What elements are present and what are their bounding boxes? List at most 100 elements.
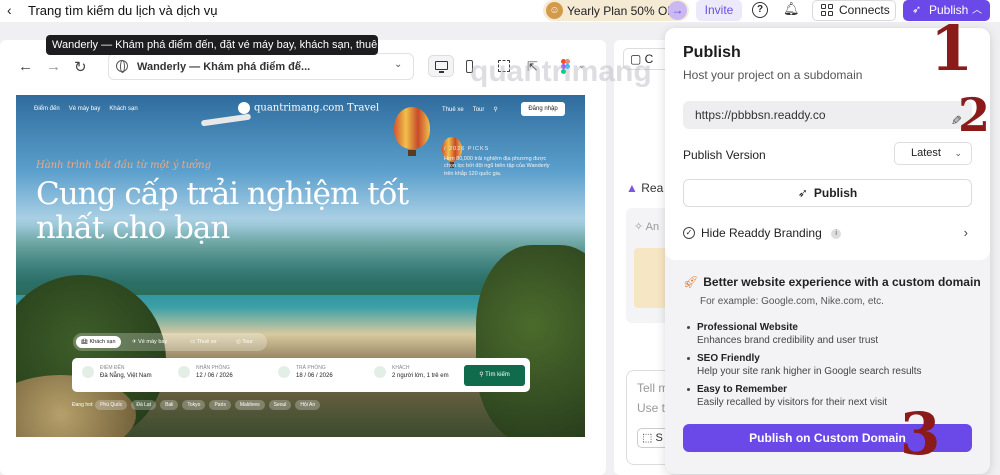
check-circle-icon: ✓ [683, 227, 695, 239]
site-logo-text: quantrimang.com Travel [254, 102, 380, 114]
avatar: ☺ [546, 2, 563, 19]
back-chevron-icon[interactable]: ‹ [7, 2, 12, 18]
logo-icon [238, 102, 250, 114]
page-title: Trang tìm kiếm du lịch và dịch vụ [28, 3, 218, 18]
site-right-nav: Thuê xe Tour ⚲ [442, 106, 507, 113]
plan-label: Yearly Plan 50% OFF [567, 3, 682, 18]
yearly-plan-button[interactable]: ☺ Yearly Plan 50% OFF → [543, 0, 689, 21]
grid-icon [821, 4, 833, 16]
chevron-down-icon: ⌄ [954, 148, 962, 158]
destination-field[interactable]: ĐIỂM ĐẾN Đà Nẵng, Việt Nam [82, 364, 152, 380]
site-nav-item[interactable]: Khách sạn [109, 106, 137, 112]
search-icon[interactable]: ⚲ [493, 107, 497, 113]
tab-hotel[interactable]: 🏨︎ Khách sạn [76, 336, 121, 348]
publish-button-label: Publish [813, 186, 858, 200]
login-button[interactable]: Đăng nhập [521, 102, 565, 116]
tab-tour[interactable]: ◎ Tour [231, 336, 258, 348]
rocket-icon: ➶ [797, 186, 808, 200]
site-nav-item[interactable]: Thuê xe [442, 107, 464, 113]
an-text: ✧ An [634, 221, 660, 233]
bell-icon[interactable]: 🔔︎ [783, 1, 800, 17]
top-bar: ‹ Trang tìm kiếm du lịch và dịch vụ ☺ Ye… [0, 0, 1000, 22]
subdomain-url-field[interactable]: https://pbbbsn.readdy.co ✎ [683, 101, 972, 129]
site-nav-item[interactable]: Tour [473, 107, 485, 113]
hero-image: Điểm đến Vé máy bay Khách sạn quantrimang.… [16, 95, 585, 437]
flower-trees [476, 245, 585, 437]
feature-item: Professional Website Enhances brand credi… [687, 321, 878, 347]
hot-destinations: Đang hot: Phú Quốc Đà Lạt Bali Tokyo Paris Ma… [72, 400, 324, 410]
branding-label: Hide Readdy Branding [701, 226, 822, 240]
custom-domain-title: 🚀︎ Better website experience with a custo… [683, 275, 981, 289]
destination-chip[interactable]: Paris [209, 400, 231, 410]
hot-air-balloon [394, 107, 430, 156]
subdomain-url: https://pbbbsn.readdy.co [695, 108, 826, 122]
airplane [200, 113, 252, 127]
site-logo[interactable]: quantrimang.com Travel [238, 102, 379, 114]
calendar-icon [178, 366, 190, 378]
feature-item: SEO Friendly Help your site rank higher i… [687, 352, 922, 378]
picks-text: Hơn 80,000 trải nghiệm địa phương được c… [444, 155, 550, 177]
help-icon[interactable]: ? [752, 2, 768, 18]
site-nav-item[interactable]: Điểm đến [34, 106, 60, 112]
destination-chip[interactable]: Seoul [268, 400, 292, 410]
tooltip: Wanderly — Khám phá điểm đến, đặt vé máy… [46, 35, 424, 55]
site-nav-item[interactable]: Vé máy bay [69, 106, 101, 112]
arrow-right-icon: → [668, 1, 687, 20]
rocket-icon: 🚀︎ [683, 275, 699, 289]
checkin-field[interactable]: NHẬN PHÒNG 12 / 06 / 2026 [178, 364, 233, 380]
destination-chip[interactable]: Phú Quốc [95, 400, 128, 410]
chevron-up-icon: ︿ [972, 5, 982, 16]
rocket-icon: ➶ [912, 4, 922, 16]
readdy-label: ▲ Rea [626, 181, 664, 195]
invite-button[interactable]: Invite [696, 0, 742, 21]
popover-title: Publish [683, 44, 741, 61]
publish-button[interactable]: ➶ Publish [683, 179, 972, 207]
site-nav: Điểm đến Vé máy bay Khách sạn [34, 106, 147, 112]
version-select[interactable]: Latest ⌄ [894, 142, 972, 165]
publish-popover: Publish Host your project on a subdomain… [665, 28, 990, 474]
checkout-field[interactable]: TRẢ PHÒNG 18 / 06 / 2026 [278, 364, 333, 380]
annotation-number: 3 [900, 400, 941, 468]
destination-chip[interactable]: Tokyo [182, 400, 206, 410]
hero-subtitle: Hành trình bắt đầu từ một ý tưởng [36, 160, 211, 171]
picks-note: / 2026 PICKS Hơn 80,000 trải nghiệm địa … [444, 146, 559, 178]
popover-subtitle: Host your project on a subdomain [683, 68, 863, 82]
hero-title: Cung cấp trải nghiệm tốt nhất cho bạn [36, 176, 409, 246]
watermark: quantrimang [470, 55, 652, 88]
tab-flight[interactable]: ✈ Vé máy bay [127, 336, 172, 348]
url-bar[interactable]: Wanderly — Khám phá điểm để... / ⌄ [108, 53, 414, 80]
hot-label: Đang hot: [72, 402, 94, 408]
url-path: / [295, 60, 299, 72]
version-value: Latest [911, 147, 941, 159]
destination-chip[interactable]: Maldives [234, 400, 265, 410]
booking-form: ĐIỂM ĐẾN Đà Nẵng, Việt Nam NHẬN PHÒNG 12 /… [72, 358, 530, 392]
chevron-down-icon[interactable]: ⌄ [394, 59, 402, 70]
version-label: Publish Version [683, 148, 766, 162]
destination-chip[interactable]: Đà Lạt [131, 400, 157, 410]
hide-branding-row[interactable]: ✓ Hide Readdy Branding i › [683, 223, 972, 243]
connects-button[interactable]: Connects [812, 0, 896, 21]
location-icon [82, 366, 94, 378]
forward-arrow-icon[interactable]: → [46, 58, 61, 75]
booking-tabs: 🏨︎ Khách sạn ✈ Vé máy bay ▭ Thuê xe ◎ To… [73, 333, 267, 351]
search-button[interactable]: ⚲ Tìm kiếm [464, 365, 525, 386]
tab-car[interactable]: ▭ Thuê xe [185, 336, 222, 348]
info-icon: i [831, 228, 842, 239]
chevron-right-icon: › [963, 225, 968, 240]
monitor-icon [435, 61, 448, 73]
annotation-number: 1 [930, 12, 974, 85]
globe-icon [116, 60, 128, 73]
calendar-icon [278, 366, 290, 378]
destination-chip[interactable]: Hội An [295, 400, 321, 410]
guests-field[interactable]: KHÁCH 2 người lớn, 1 trẻ em [374, 364, 449, 380]
user-icon [374, 366, 386, 378]
reload-icon[interactable]: ↻ [74, 58, 87, 76]
annotation-number: 2 [958, 88, 991, 142]
url-title: Wanderly — Khám phá điểm để... [137, 61, 311, 73]
back-arrow-icon[interactable]: ← [18, 58, 33, 75]
connects-label: Connects [839, 3, 890, 17]
desktop-view-button[interactable] [428, 55, 454, 77]
feature-item: Easy to Remember Easily recalled by visit… [687, 383, 887, 409]
destination-chip[interactable]: Bali [160, 400, 179, 410]
picks-title: / 2026 PICKS [444, 146, 490, 152]
